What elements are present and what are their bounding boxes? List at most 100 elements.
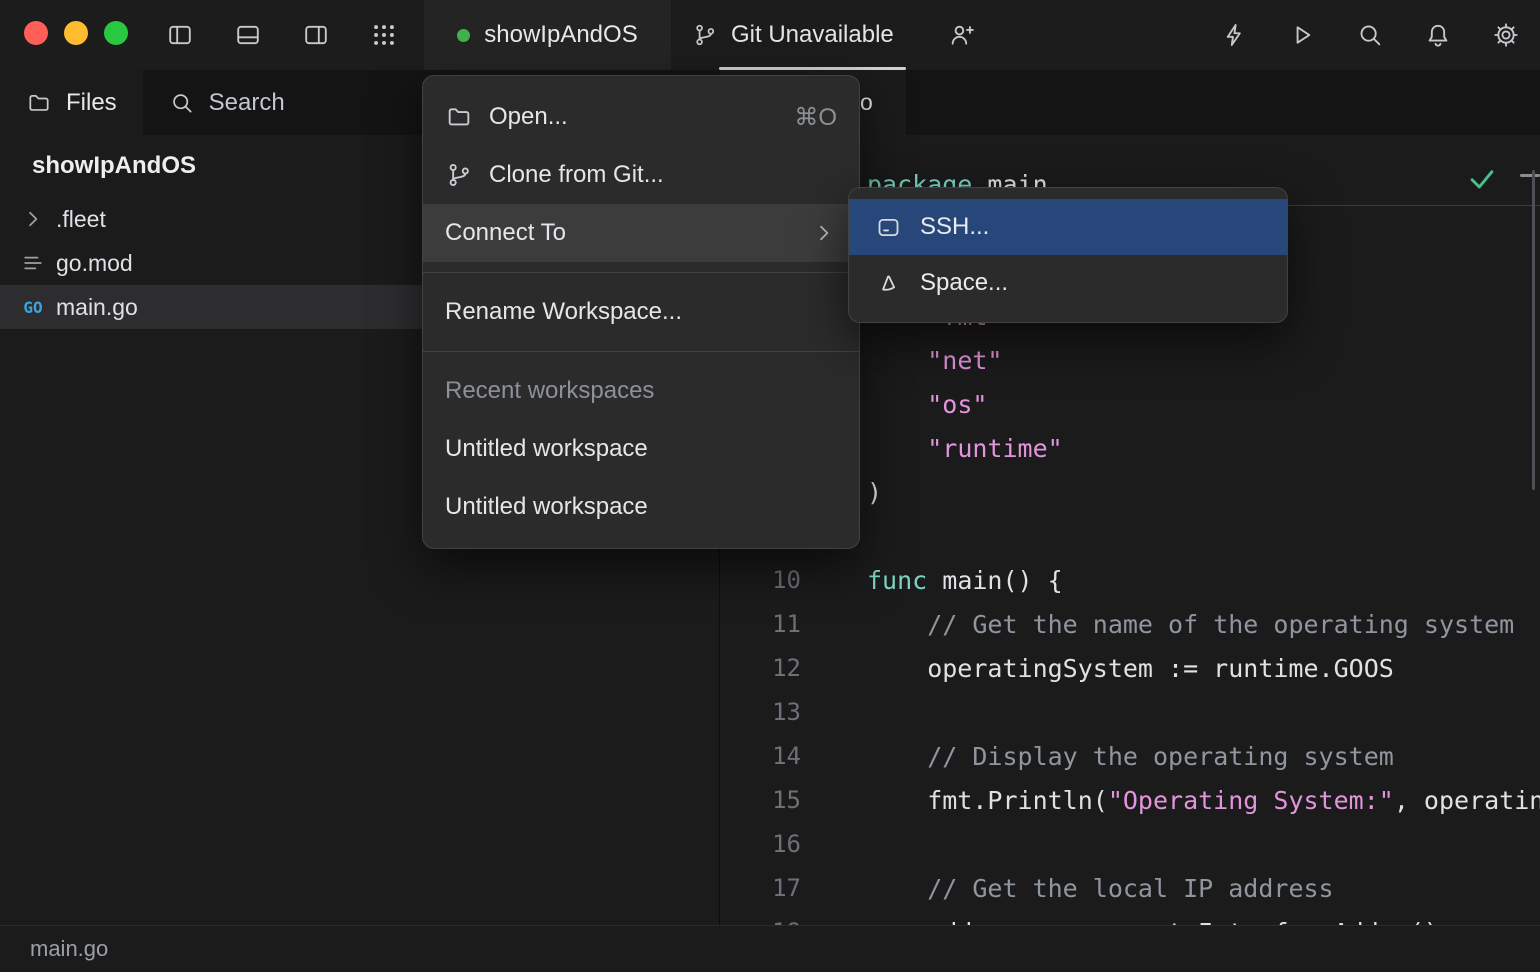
workspaces-grid-icon[interactable] — [370, 21, 398, 49]
code-token: operatingSystem := runtime.GOOS — [867, 654, 1394, 683]
code-token: "runtime" — [927, 434, 1062, 463]
menu-item-rename-workspace[interactable]: Rename Workspace... — [423, 283, 859, 341]
code-token: main() { — [942, 566, 1062, 595]
code-token: // Display the operating system — [927, 742, 1394, 771]
code-token: "os" — [927, 390, 987, 419]
menu-item-untitled-workspace[interactable]: Untitled workspace — [423, 478, 859, 536]
tab-files[interactable]: Files — [0, 70, 143, 135]
code-line-15[interactable]: 15 fmt.Println("Operating System:", oper… — [721, 778, 1540, 822]
code-text: "net" — [867, 346, 1002, 375]
code-token: fmt.Println( — [867, 786, 1108, 815]
line-number[interactable]: 18 — [721, 918, 801, 925]
line-number[interactable]: 15 — [721, 786, 801, 814]
menu-item-label: Open... — [489, 103, 568, 131]
settings-gear-icon[interactable] — [1492, 21, 1520, 49]
tree-item-label: .fleet — [56, 206, 106, 233]
toggle-right-panel-icon[interactable] — [302, 21, 330, 49]
space-icon — [875, 270, 902, 297]
editor-widget-dash-icon — [1520, 174, 1540, 177]
code-line-13[interactable]: 13 — [721, 690, 1540, 734]
quick-actions-icon[interactable] — [1220, 21, 1248, 49]
code-line-12[interactable]: 12 operatingSystem := runtime.GOOS — [721, 646, 1540, 690]
go-file-icon: GO — [20, 298, 46, 317]
submenu-item-label: SSH... — [920, 213, 989, 241]
code-token — [867, 610, 927, 639]
line-number[interactable]: 10 — [721, 566, 801, 594]
code-text: "os" — [867, 390, 987, 419]
close-window-button[interactable] — [24, 21, 48, 45]
notifications-bell-icon[interactable] — [1424, 21, 1452, 49]
menu-separator — [423, 272, 859, 273]
search-icon[interactable] — [1356, 21, 1384, 49]
menu-item-clone-from-git[interactable]: Clone from Git... — [423, 146, 859, 204]
code-token — [867, 390, 927, 419]
code-line-17[interactable]: 17 // Get the local IP address — [721, 866, 1540, 910]
line-number[interactable]: 16 — [721, 830, 801, 858]
submenu-item-space[interactable]: Space... — [849, 255, 1287, 311]
menu-item-connect-to[interactable]: Connect To — [423, 204, 859, 262]
line-number[interactable]: 13 — [721, 698, 801, 726]
menu-item-shortcut: ⌘O — [794, 103, 837, 132]
statusbar-file: main.go — [30, 936, 108, 962]
zoom-window-button[interactable] — [104, 21, 128, 45]
toggle-bottom-panel-icon[interactable] — [234, 21, 262, 49]
git-tab-label: Git Unavailable — [731, 21, 894, 49]
code-token: addrs, err := net.InterfaceAddrs() — [867, 918, 1439, 926]
code-line-18[interactable]: 18 addrs, err := net.InterfaceAddrs() — [721, 910, 1540, 925]
inspections-check-icon[interactable] — [1466, 163, 1498, 195]
git-branch-icon — [692, 22, 718, 48]
tree-item-label: main.go — [56, 294, 138, 321]
branch-icon — [445, 161, 473, 189]
menu-section-header: Recent workspaces — [423, 362, 859, 420]
code-token: , operatingSystem) — [1394, 786, 1540, 815]
menu-item-label: Untitled workspace — [445, 435, 648, 463]
tree-item-label: go.mod — [56, 250, 133, 277]
code-line-10[interactable]: 10 func main() { — [721, 558, 1540, 602]
submenu-item-ssh[interactable]: SSH... — [849, 199, 1287, 255]
toggle-left-panel-icon[interactable] — [166, 21, 194, 49]
code-token — [867, 874, 927, 903]
code-text: // Get the local IP address — [867, 874, 1334, 903]
files-folder-icon — [26, 90, 52, 116]
code-line-16[interactable]: 16 — [721, 822, 1540, 866]
workspace-tab-label: showIpAndOS — [484, 21, 637, 49]
workspace-menu: Open... ⌘O Clone from Git...Connect To Rena… — [422, 75, 860, 549]
menu-separator — [423, 351, 859, 352]
line-number[interactable]: 11 — [721, 610, 801, 638]
code-text: ) — [867, 478, 882, 507]
invite-collaborator-icon[interactable] — [948, 21, 976, 49]
code-token: // Get the name of the operating system — [927, 610, 1514, 639]
code-text: // Display the operating system — [867, 742, 1394, 771]
line-number[interactable]: 12 — [721, 654, 801, 682]
sidebar-search-icon — [169, 90, 195, 116]
code-token: // Get the local IP address — [927, 874, 1333, 903]
tab-search[interactable]: Search — [143, 70, 311, 135]
menu-item-open[interactable]: Open... ⌘O — [423, 88, 859, 146]
titlebar-actions — [1220, 0, 1520, 70]
code-text: // Get the name of the operating system — [867, 610, 1514, 639]
code-token: func — [867, 566, 942, 595]
minimize-window-button[interactable] — [64, 21, 88, 45]
run-icon[interactable] — [1288, 21, 1316, 49]
menu-item-untitled-workspace[interactable]: Untitled workspace — [423, 420, 859, 478]
code-line-14[interactable]: 14 // Display the operating system — [721, 734, 1540, 778]
statusbar: main.go — [0, 925, 1540, 972]
folder-icon — [445, 103, 473, 131]
code-token: "net" — [927, 346, 1002, 375]
workspace-status-dot — [457, 29, 470, 42]
connect-to-submenu: SSH... Space... — [848, 187, 1288, 323]
git-status-button[interactable]: Git Unavailable — [684, 0, 902, 70]
line-number[interactable]: 17 — [721, 874, 801, 902]
line-number[interactable]: 14 — [721, 742, 801, 770]
search-tab-label: Search — [209, 89, 285, 117]
code-token — [867, 742, 927, 771]
code-text: fmt.Println("Operating System:", operati… — [867, 786, 1540, 815]
code-text: "runtime" — [867, 434, 1063, 463]
menu-item-label: Untitled workspace — [445, 493, 648, 521]
workspace-tab[interactable]: showIpAndOS — [424, 0, 671, 70]
editor-scrollbar[interactable] — [1532, 170, 1535, 490]
titlebar: showIpAndOS Git Unavailable — [0, 0, 1540, 70]
code-line-11[interactable]: 11 // Get the name of the operating syst… — [721, 602, 1540, 646]
code-token — [867, 434, 927, 463]
code-text: operatingSystem := runtime.GOOS — [867, 654, 1394, 683]
